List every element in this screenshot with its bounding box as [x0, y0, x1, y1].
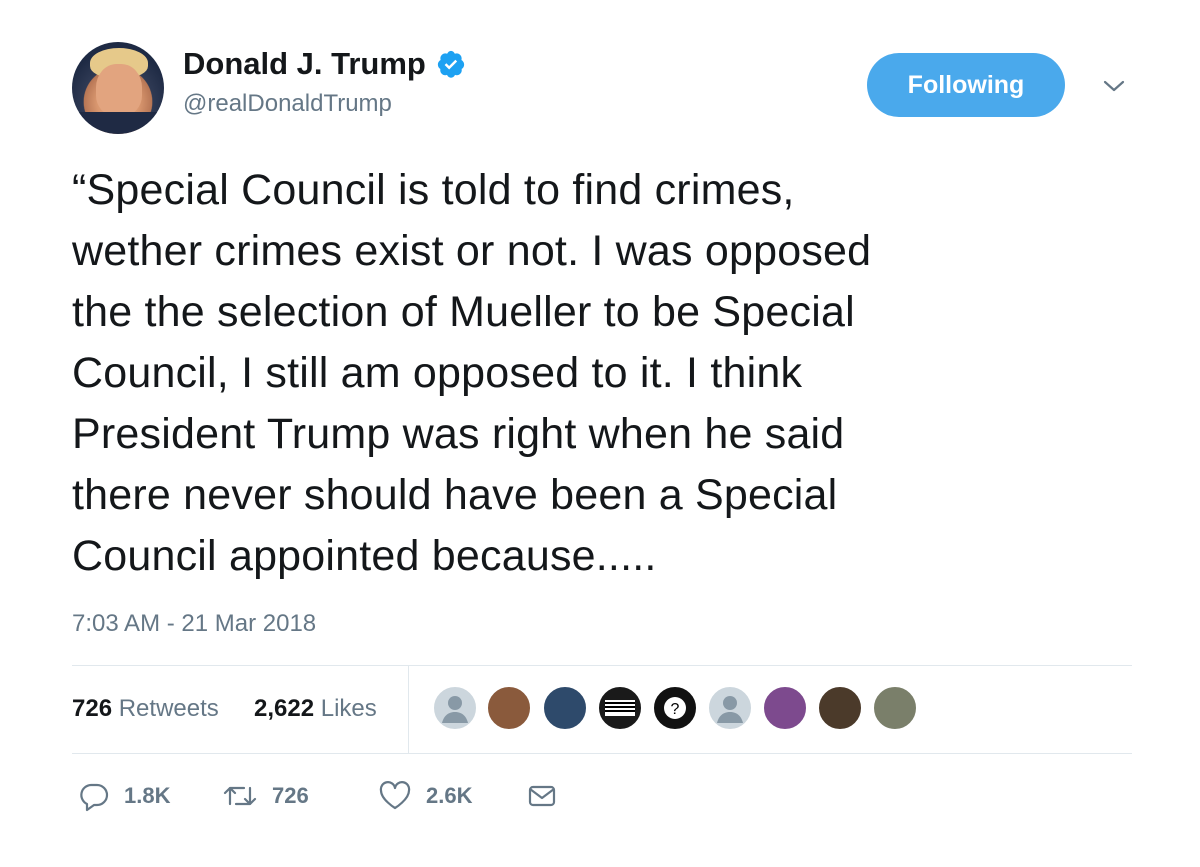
- tweet-line: “Special Council is told to find crimes,: [72, 166, 795, 214]
- likes-stat[interactable]: 2,622 Likes: [254, 695, 377, 723]
- user-handle[interactable]: @realDonaldTrump: [183, 90, 466, 118]
- liker-avatar[interactable]: [872, 685, 918, 731]
- liker-avatar[interactable]: [542, 685, 588, 731]
- reply-action[interactable]: 1.8K: [78, 780, 170, 812]
- tweet-line: President Trump was right when he said: [72, 410, 845, 458]
- retweet-action[interactable]: 726: [222, 780, 309, 812]
- following-button[interactable]: Following: [867, 53, 1065, 117]
- liker-avatar[interactable]: [817, 685, 863, 731]
- chevron-down-icon[interactable]: [1099, 76, 1129, 96]
- retweets-stat-count: 726: [72, 695, 113, 722]
- tweet-line: there never should have been a Special: [72, 471, 838, 519]
- liker-avatar[interactable]: [762, 685, 808, 731]
- reply-icon: [80, 783, 109, 812]
- retweets-stat[interactable]: 726 Retweets: [72, 695, 219, 723]
- liker-avatar[interactable]: [486, 685, 532, 731]
- tweet-timestamp[interactable]: 7:03 AM - 21 Mar 2018: [72, 610, 316, 638]
- tweet-header: Donald J. Trump @realDonaldTrump Followi…: [72, 42, 1132, 134]
- retweet-icon: [223, 786, 257, 806]
- retweets-stat-label: Retweets: [118, 695, 219, 722]
- like-count: 2.6K: [426, 783, 473, 808]
- tweet-actions: 1.8K 726 2.6K: [72, 780, 1132, 820]
- display-name[interactable]: Donald J. Trump: [183, 46, 466, 82]
- divider-bottom: [72, 753, 1132, 754]
- stats-separator: [408, 665, 409, 753]
- likes-stat-label: Likes: [320, 695, 377, 722]
- heart-icon: [379, 781, 411, 810]
- avatar[interactable]: [72, 42, 164, 134]
- tweet-line: the the selection of Mueller to be Speci…: [72, 288, 855, 336]
- svg-text:?: ?: [671, 701, 680, 718]
- tweet-text: “Special Council is told to find crimes,…: [72, 160, 1132, 587]
- engagement-stats: 726 Retweets 2,622 Likes ?: [72, 665, 1132, 753]
- tweet-line: wether crimes exist or not. I was oppose…: [72, 227, 872, 275]
- liker-avatar[interactable]: [597, 685, 643, 731]
- verified-badge-icon: [437, 50, 464, 78]
- retweet-count: 726: [272, 783, 309, 808]
- direct-message-action[interactable]: [526, 780, 558, 812]
- like-action[interactable]: 2.6K: [378, 780, 472, 812]
- liker-avatar[interactable]: [707, 685, 753, 731]
- reply-count: 1.8K: [124, 783, 171, 808]
- likes-stat-count: 2,622: [254, 695, 315, 722]
- tweet-line: Council, I still am opposed to it. I thi…: [72, 349, 803, 397]
- display-name-text[interactable]: Donald J. Trump: [183, 46, 426, 82]
- name-block: Donald J. Trump @realDonaldTrump: [183, 46, 466, 118]
- envelope-icon: [528, 785, 556, 807]
- avatar-suit: [72, 112, 164, 134]
- liker-avatar[interactable]: ?: [652, 685, 698, 731]
- liker-avatar[interactable]: [432, 685, 478, 731]
- avatar-face: [96, 64, 142, 116]
- tweet-line: Council appointed because.....: [72, 532, 657, 580]
